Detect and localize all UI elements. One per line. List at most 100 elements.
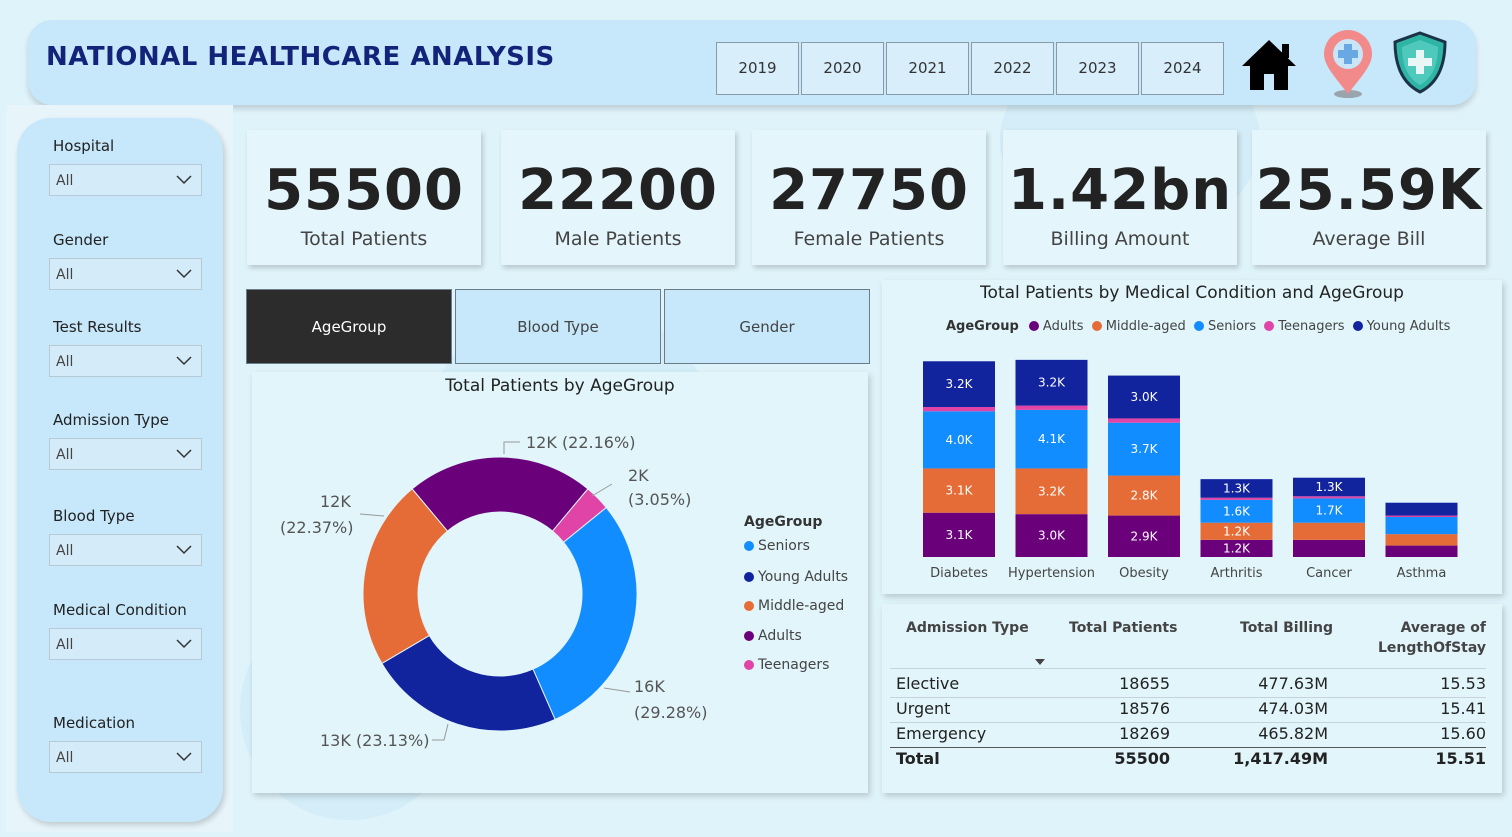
table-row[interactable]: Elective 18655 477.63M 15.53 (882, 672, 1502, 696)
table-cell: 15.41 (1440, 699, 1486, 718)
category-label-diabetes: Diabetes (930, 566, 988, 581)
table-cell: 18655 (1119, 674, 1170, 693)
shield-plus-icon[interactable] (1390, 30, 1450, 96)
row-divider (890, 747, 1486, 748)
category-label-hypertension: Hypertension (1008, 566, 1095, 581)
legend-item-young-adults[interactable]: Young Adults (744, 569, 848, 585)
year-button-2019[interactable]: 2019 (716, 42, 799, 95)
test-results-dropdown[interactable]: All (49, 345, 202, 377)
donut-legend-title: AgeGroup (744, 514, 823, 530)
home-icon[interactable] (1238, 34, 1300, 96)
bar-data-label: 4.1K (1038, 432, 1066, 446)
bar-data-label: 3.1K (946, 484, 974, 498)
kpi-label: Total Patients (300, 228, 428, 250)
gender-dropdown[interactable]: All (49, 258, 202, 290)
category-label-asthma: Asthma (1397, 566, 1447, 581)
dropdown-value: All (56, 354, 74, 370)
chevron-down-icon (176, 752, 192, 762)
medication-dropdown[interactable]: All (49, 741, 202, 773)
year-button-2024[interactable]: 2024 (1141, 42, 1224, 95)
chevron-down-icon (176, 269, 192, 279)
bar-data-label: 3.7K (1131, 442, 1159, 456)
bar-segment-hypertension-teenagers[interactable] (1015, 405, 1088, 410)
kpi-value: 1.42bn (1007, 158, 1233, 223)
header-bar: NATIONAL HEALTHCARE ANALYSIS 2019 2020 2… (28, 20, 1476, 105)
legend-item-adults[interactable]: Adults (744, 628, 802, 644)
dropdown-value: All (56, 637, 74, 653)
year-button-2021[interactable]: 2021 (886, 42, 969, 95)
column-header-total-billing[interactable]: Total Billing (1240, 620, 1333, 636)
blood-type-dropdown[interactable]: All (49, 534, 202, 566)
legend-item-teenagers[interactable]: Teenagers (744, 657, 829, 673)
legend-dot (744, 660, 754, 670)
hospital-dropdown[interactable]: All (49, 164, 202, 196)
table-row[interactable]: Emergency 18269 465.82M 15.60 (882, 722, 1502, 746)
column-header-average-los[interactable]: Average of LengthOfStay (1378, 620, 1486, 656)
location-plus-icon[interactable] (1318, 28, 1378, 100)
column-header-total-patients[interactable]: Total Patients (1069, 620, 1177, 636)
category-label-cancer: Cancer (1306, 566, 1352, 581)
bar-segment-cancer-teenagers[interactable] (1293, 496, 1365, 499)
legend-item-seniors[interactable]: Seniors (744, 538, 810, 554)
bar-data-label: 1.3K (1316, 480, 1344, 494)
table-total-row[interactable]: Total 55500 1,417.49M 15.51 (882, 747, 1502, 771)
bar-segment-obesity-teenagers[interactable] (1108, 418, 1180, 423)
leader-line (591, 483, 613, 497)
table-cell: Elective (896, 674, 960, 693)
bar-segment-arthritis-teenagers[interactable] (1200, 497, 1273, 500)
table-cell: Emergency (896, 724, 987, 743)
filter-label-test-results: Test Results (53, 318, 142, 336)
bar-data-label: 3.2K (1038, 376, 1066, 390)
donut-slice-young-adults[interactable] (381, 634, 556, 732)
slice-pct-teenagers: (3.05%) (628, 490, 691, 509)
bar-data-label: 3.1K (946, 528, 974, 542)
bar-segment-asthma-teenagers[interactable] (1385, 515, 1458, 517)
table-cell: 15.60 (1440, 724, 1486, 743)
table-cell: Total (896, 749, 940, 768)
year-button-2022[interactable]: 2022 (971, 42, 1054, 95)
row-divider (890, 722, 1486, 723)
bar-segment-cancer-middle-aged[interactable] (1293, 522, 1365, 540)
bar-segment-diabetes-teenagers[interactable] (923, 407, 995, 412)
leader-line (603, 687, 631, 693)
bar-segment-asthma-seniors[interactable] (1385, 517, 1458, 535)
table-cell: 18576 (1119, 699, 1170, 718)
chevron-down-icon (176, 545, 192, 555)
tab-blood-type[interactable]: Blood Type (455, 289, 661, 364)
filter-label-medication: Medication (53, 714, 136, 732)
kpi-card-total-patients: 55500 Total Patients (247, 130, 481, 265)
bar-data-label: 1.3K (1223, 481, 1251, 495)
tab-gender[interactable]: Gender (664, 289, 870, 364)
table-cell: 15.51 (1435, 749, 1486, 768)
leader-line (503, 441, 520, 454)
bar-segment-asthma-adults[interactable] (1385, 545, 1458, 557)
slice-label-adults: 12K (22.16%) (526, 433, 635, 452)
legend-label: Young Adults (758, 569, 849, 585)
column-header-admission-type[interactable]: Admission Type (906, 620, 1029, 636)
table-cell: 15.53 (1440, 674, 1486, 693)
admission-type-dropdown[interactable]: All (49, 438, 202, 470)
year-button-2020[interactable]: 2020 (801, 42, 884, 95)
slice-label-middle-aged: 12K (320, 492, 351, 511)
legend-item-middle-aged[interactable]: Middle-aged (744, 598, 844, 614)
year-button-2023[interactable]: 2023 (1056, 42, 1139, 95)
bar-segment-asthma-young-adults[interactable] (1385, 502, 1458, 516)
legend-label: Middle-aged (758, 598, 845, 614)
bar-segment-asthma-middle-aged[interactable] (1385, 534, 1458, 546)
bar-segment-cancer-adults[interactable] (1293, 539, 1365, 557)
legend-label: Adults (758, 628, 802, 644)
filter-label-blood-type: Blood Type (53, 507, 135, 525)
kpi-value: 22200 (518, 158, 718, 223)
kpi-label: Female Patients (793, 228, 945, 250)
bar-data-label: 3.2K (946, 377, 974, 391)
medical-condition-dropdown[interactable]: All (49, 628, 202, 660)
sort-down-icon[interactable] (1034, 658, 1046, 666)
table-row[interactable]: Urgent 18576 474.03M 15.41 (882, 697, 1502, 721)
bar-data-label: 1.7K (1316, 504, 1344, 518)
filter-label-gender: Gender (53, 231, 109, 249)
donut-slice-seniors[interactable] (532, 506, 638, 721)
dropdown-value: All (56, 750, 74, 766)
tab-agegroup[interactable]: AgeGroup (246, 289, 452, 364)
page-title: NATIONAL HEALTHCARE ANALYSIS (46, 42, 555, 72)
dropdown-value: All (56, 173, 74, 189)
